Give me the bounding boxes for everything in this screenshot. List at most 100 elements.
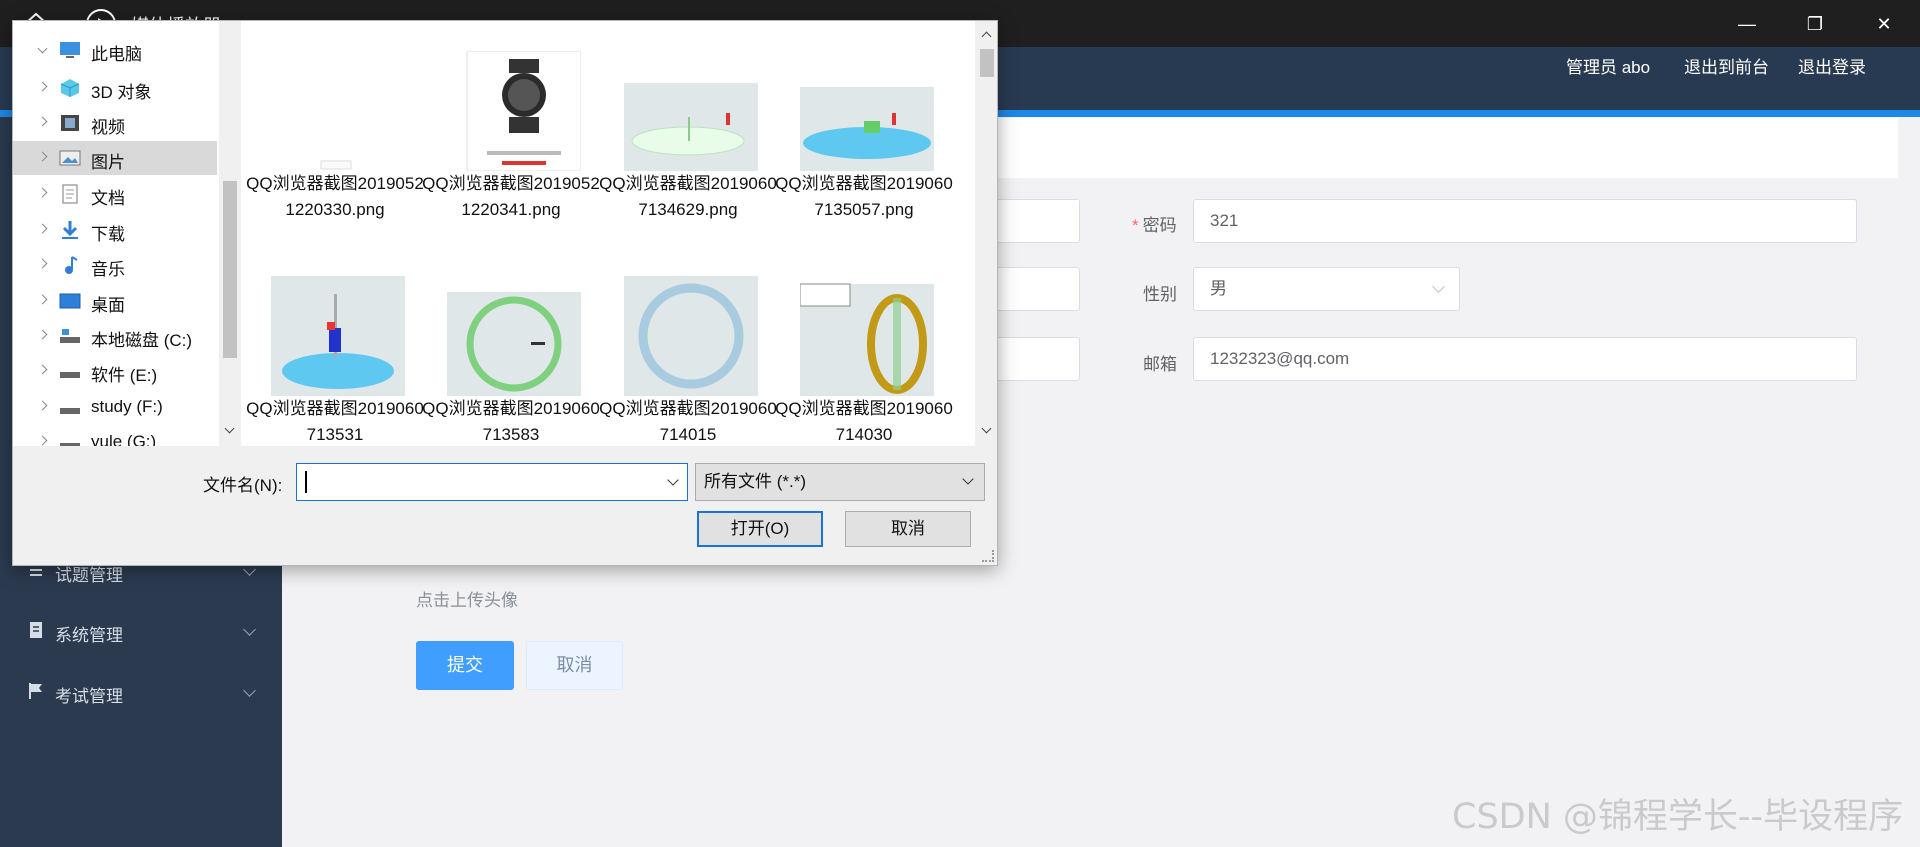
- drive-icon: [60, 443, 80, 446]
- password-field[interactable]: 321: [1193, 199, 1857, 243]
- flag-icon: [29, 683, 42, 699]
- tree-scrollbar[interactable]: [219, 21, 241, 446]
- open-button[interactable]: 打开(O): [697, 511, 823, 547]
- file-name: QQ浏览器截图20190521220330.png: [246, 174, 424, 219]
- tree-scroll-thumb[interactable]: [223, 181, 237, 358]
- tree-item-desktop[interactable]: 桌面: [13, 284, 217, 318]
- obscured-field-3[interactable]: [990, 337, 1080, 381]
- tree-item-pictures[interactable]: 图片: [13, 141, 217, 175]
- chevron-right-icon[interactable]: [37, 223, 48, 234]
- file-name: QQ浏览器截图2019060714015: [599, 399, 777, 444]
- chevron-down-icon[interactable]: [37, 43, 48, 54]
- restore-icon[interactable]: ❐: [1801, 10, 1829, 38]
- tree-item-videos[interactable]: 视频: [13, 106, 217, 140]
- gender-select[interactable]: 男: [1193, 267, 1460, 311]
- upload-avatar-hint[interactable]: 点击上传头像: [416, 586, 518, 611]
- file-item[interactable]: QQ浏览器截图2019060714030: [774, 276, 953, 446]
- file-item[interactable]: QQ浏览器截图2019060714015: [598, 276, 777, 446]
- tree-item-label: yule (G:): [91, 432, 157, 446]
- image-thumbnail: [800, 87, 934, 171]
- tree-item-3d-objects[interactable]: 3D 对象: [13, 71, 217, 105]
- file-name: QQ浏览器截图20190607135057.png: [775, 174, 953, 219]
- image-thumbnail: [624, 276, 758, 396]
- file-item[interactable]: QQ浏览器截图2019060713531: [245, 276, 424, 446]
- logout-link[interactable]: 退出登录: [1798, 53, 1866, 78]
- chevron-down-icon[interactable]: [667, 474, 679, 486]
- tree-item-downloads[interactable]: 下载: [13, 213, 217, 247]
- tree-item-drive-c[interactable]: 本地磁盘 (C:): [13, 319, 217, 353]
- tree-item-label: 3D 对象: [91, 83, 152, 102]
- chevron-right-icon[interactable]: [37, 294, 48, 305]
- file-list-scroll-thumb[interactable]: [980, 49, 994, 77]
- chevron-right-icon[interactable]: [37, 400, 48, 411]
- tree-item-label: 此电脑: [91, 45, 142, 64]
- cancel-button[interactable]: 取消: [526, 641, 623, 690]
- tree-item-label: 图片: [91, 153, 125, 172]
- file-item[interactable]: QQ浏览器截图20190521220330.png: [245, 51, 424, 261]
- tree-item-documents[interactable]: 文档: [13, 177, 217, 211]
- drive-icon: [60, 372, 80, 378]
- submit-button[interactable]: 提交: [416, 641, 514, 690]
- file-item[interactable]: QQ浏览器截图20190521220341.png: [421, 51, 600, 261]
- tree-item-this-pc[interactable]: 此电脑: [13, 33, 217, 67]
- filetype-value: 所有文件 (*.*): [704, 472, 806, 491]
- image-thumbnail: [447, 292, 581, 396]
- chevron-right-icon[interactable]: [37, 258, 48, 269]
- tree-item-label: study (F:): [91, 397, 163, 416]
- tree-item-label: 桌面: [91, 296, 125, 315]
- obscured-field-1[interactable]: [990, 199, 1080, 243]
- front-link[interactable]: 退出到前台: [1684, 53, 1769, 78]
- image-thumbnail: [320, 160, 352, 170]
- music-icon: [65, 256, 78, 274]
- obscured-field-2[interactable]: [990, 267, 1080, 311]
- drive-icon: [60, 329, 80, 343]
- chevron-up-icon[interactable]: [981, 31, 992, 42]
- tree-item-drive-f[interactable]: study (F:): [13, 390, 217, 424]
- chevron-down-icon: [1432, 280, 1445, 293]
- dialog-cancel-button[interactable]: 取消: [845, 511, 971, 547]
- chevron-down-icon[interactable]: [981, 423, 992, 434]
- file-name: QQ浏览器截图2019060714030: [775, 399, 953, 444]
- file-name: QQ浏览器截图20190607134629.png: [599, 174, 777, 219]
- file-name: QQ浏览器截图20190521220341.png: [422, 174, 600, 219]
- filetype-select[interactable]: 所有文件 (*.*): [695, 463, 985, 501]
- minimize-icon[interactable]: —: [1733, 10, 1761, 38]
- tree-item-label: 音乐: [91, 260, 125, 279]
- gender-value: 男: [1210, 279, 1227, 298]
- tree-item-drive-g[interactable]: yule (G:): [13, 425, 217, 446]
- chevron-right-icon[interactable]: [37, 435, 48, 446]
- document-icon: [30, 622, 42, 638]
- tree-item-music[interactable]: 音乐: [13, 248, 217, 282]
- file-item[interactable]: QQ浏览器截图2019060713583: [421, 276, 600, 446]
- resize-grip-icon[interactable]: [982, 550, 994, 562]
- tree-item-drive-e[interactable]: 软件 (E:): [13, 354, 217, 388]
- sidebar-item-exams[interactable]: 考试管理: [0, 668, 282, 718]
- desktop-icon: [59, 293, 81, 309]
- email-label: 邮箱: [1143, 355, 1177, 374]
- tree-item-label: 本地磁盘 (C:): [91, 331, 193, 350]
- sidebar-item-system[interactable]: 系统管理: [0, 607, 282, 657]
- download-icon: [62, 221, 78, 239]
- chevron-down-icon[interactable]: [224, 423, 235, 434]
- close-icon[interactable]: ✕: [1870, 10, 1898, 38]
- tree-item-label: 软件 (E:): [91, 366, 158, 385]
- file-item[interactable]: QQ浏览器截图20190607134629.png: [598, 51, 777, 261]
- text-cursor: [305, 471, 307, 493]
- file-name: QQ浏览器截图2019060713531: [246, 399, 424, 444]
- chevron-right-icon[interactable]: [37, 81, 48, 92]
- chevron-right-icon[interactable]: [37, 116, 48, 127]
- file-name: QQ浏览器截图2019060713583: [422, 399, 600, 444]
- filename-input[interactable]: [296, 463, 688, 501]
- chevron-right-icon[interactable]: [37, 329, 48, 340]
- file-list-scrollbar[interactable]: [975, 21, 997, 446]
- chevron-right-icon[interactable]: [37, 187, 48, 198]
- chevron-right-icon[interactable]: [37, 151, 48, 162]
- file-list: QQ浏览器截图20190521220330.png QQ浏览器截图2019052…: [241, 21, 997, 446]
- email-field[interactable]: 1232323@qq.com: [1193, 337, 1857, 381]
- tree-item-label: 文档: [91, 189, 125, 208]
- chevron-right-icon[interactable]: [37, 364, 48, 375]
- file-item[interactable]: QQ浏览器截图20190607135057.png: [774, 51, 953, 261]
- chevron-down-icon: [243, 623, 256, 636]
- watermark: CSDN @锦程学长--毕设程序: [1452, 797, 1904, 837]
- navigation-tree: 此电脑 3D 对象 视频 图片 文档 下载 音乐 桌面 本地磁盘 (C:) 软件…: [13, 21, 241, 446]
